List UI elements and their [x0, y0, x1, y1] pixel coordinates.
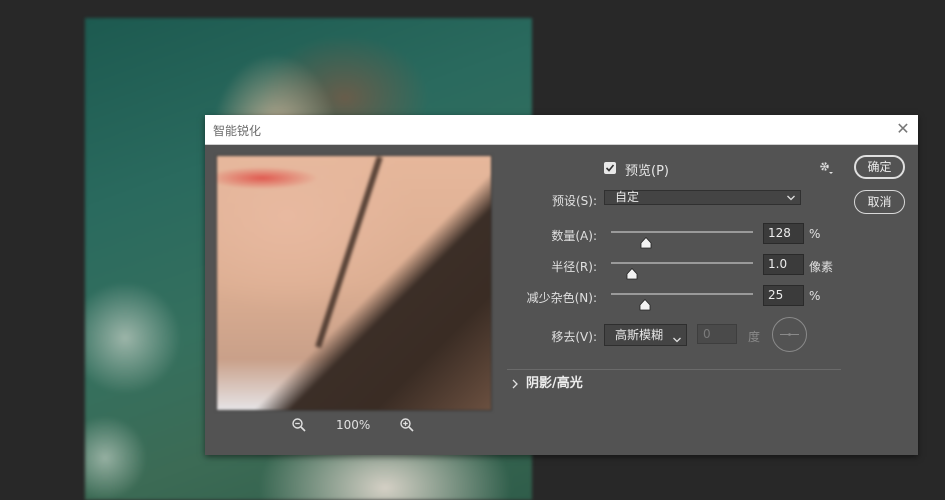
amount-slider[interactable]	[611, 231, 753, 233]
dialog-titlebar: 智能锐化 ✕	[205, 115, 918, 145]
zoom-in-icon[interactable]	[399, 417, 415, 433]
reduce-noise-unit: %	[809, 289, 821, 303]
chevron-down-icon	[786, 193, 796, 203]
radius-label: 半径(R):	[551, 260, 597, 274]
radius-slider[interactable]	[611, 262, 753, 264]
gear-icon[interactable]	[818, 160, 834, 176]
amount-unit: %	[809, 227, 821, 241]
remove-value: 高斯模糊	[615, 328, 664, 342]
reduce-noise-input[interactable]: 25	[763, 285, 804, 306]
remove-select[interactable]: 高斯模糊	[604, 324, 687, 346]
preview-label[interactable]: 预览(P)	[625, 160, 669, 179]
angle-dial	[771, 316, 808, 353]
smart-sharpen-dialog: 智能锐化 ✕ 100% 预览(P) 确定 取消 预设(S): 自定 数量(A):…	[205, 115, 918, 455]
zoom-out-icon[interactable]	[291, 417, 307, 433]
zoom-level: 100%	[336, 418, 371, 432]
reduce-noise-slider[interactable]	[611, 293, 753, 295]
angle-unit: 度	[748, 330, 761, 344]
preset-select[interactable]: 自定	[604, 190, 801, 205]
section-divider	[507, 369, 841, 370]
amount-input[interactable]: 128	[763, 223, 804, 244]
shadows-highlights-section[interactable]: 阴影/高光	[526, 372, 583, 391]
reduce-noise-slider-thumb[interactable]	[639, 296, 651, 311]
preview-thumbnail[interactable]	[216, 155, 492, 411]
chevron-down-icon	[672, 331, 682, 343]
radius-slider-thumb[interactable]	[626, 265, 638, 280]
close-icon[interactable]: ✕	[894, 120, 912, 138]
remove-label: 移去(V):	[551, 330, 597, 344]
preview-checkbox[interactable]	[604, 162, 616, 174]
ok-button[interactable]: 确定	[854, 155, 905, 179]
amount-slider-thumb[interactable]	[640, 234, 652, 249]
cancel-button[interactable]: 取消	[854, 190, 905, 214]
angle-input: 0	[697, 324, 737, 344]
preset-value: 自定	[615, 190, 640, 204]
chevron-right-icon[interactable]	[510, 375, 520, 389]
amount-label: 数量(A):	[551, 229, 597, 243]
radius-unit: 像素	[809, 260, 834, 274]
dialog-title: 智能锐化	[213, 124, 262, 138]
radius-input[interactable]: 1.0	[763, 254, 804, 275]
preset-label: 预设(S):	[551, 194, 597, 208]
reduce-noise-label: 减少杂色(N):	[526, 291, 597, 305]
preview-hair-streak	[315, 156, 383, 349]
